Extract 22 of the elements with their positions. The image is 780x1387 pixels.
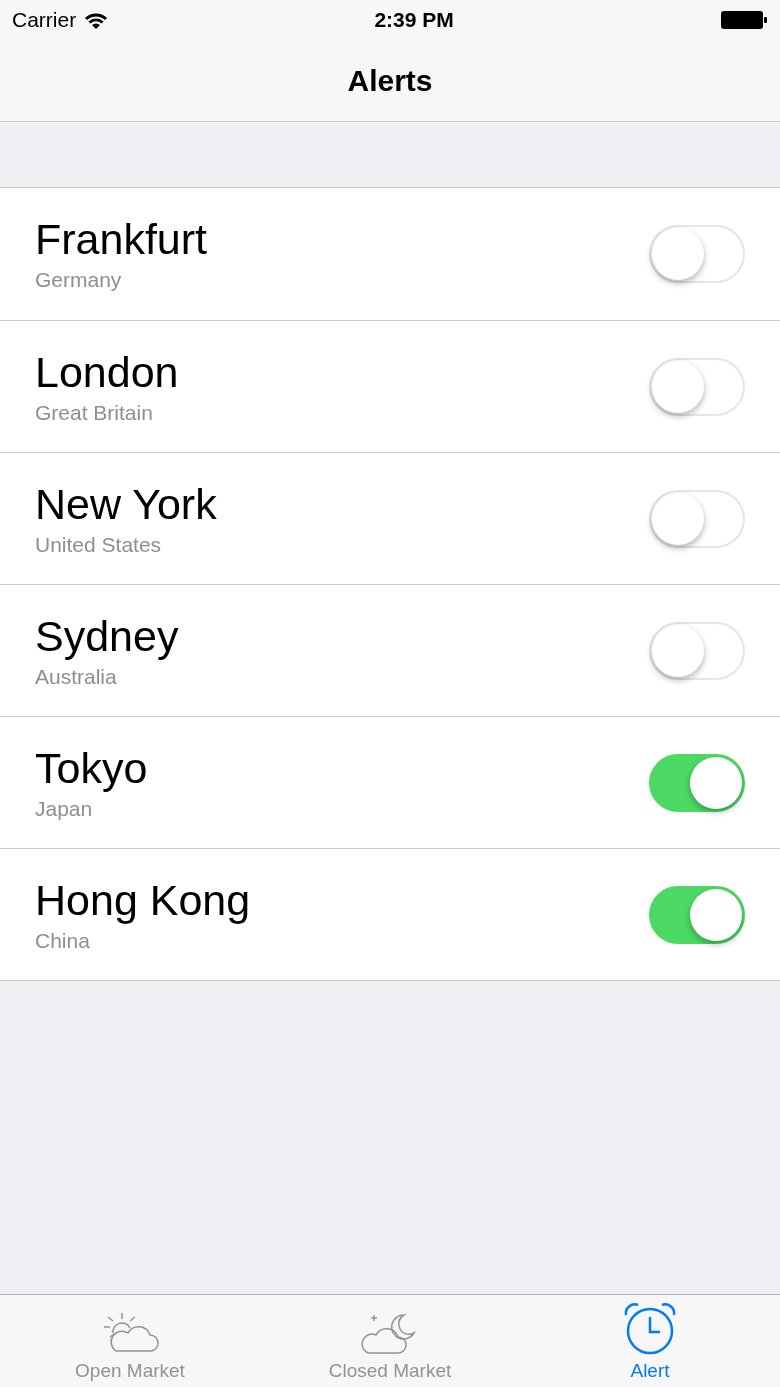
city-name: Hong Kong [35, 874, 252, 926]
country-name: Australia [35, 663, 118, 690]
tab-bar-item[interactable]: Open Market [0, 1295, 260, 1387]
country-name: Japan [35, 795, 94, 822]
carrier-label: Carrier [12, 7, 77, 34]
country-name: China [35, 927, 91, 954]
country-name: Great Britain [35, 399, 154, 426]
city-name: Tokyo [35, 742, 149, 794]
toggle-switch[interactable] [649, 753, 745, 812]
clock-time: 2:39 PM [374, 7, 454, 34]
tab-bar-item[interactable]: Closed Market [260, 1295, 520, 1387]
country-name: Germany [35, 267, 123, 293]
battery-icon [720, 10, 768, 30]
country-name: United States [35, 531, 163, 558]
wifi-icon [84, 11, 109, 29]
city-name: London [35, 346, 180, 398]
city-name: New York [35, 478, 218, 530]
tab-bar-item[interactable]: Alert [520, 1295, 780, 1387]
navigation-title: Alerts [347, 63, 433, 99]
city-name: Frankfurt [35, 214, 209, 265]
toggle-switch[interactable] [649, 885, 745, 944]
city-name: Sydney [35, 610, 180, 662]
